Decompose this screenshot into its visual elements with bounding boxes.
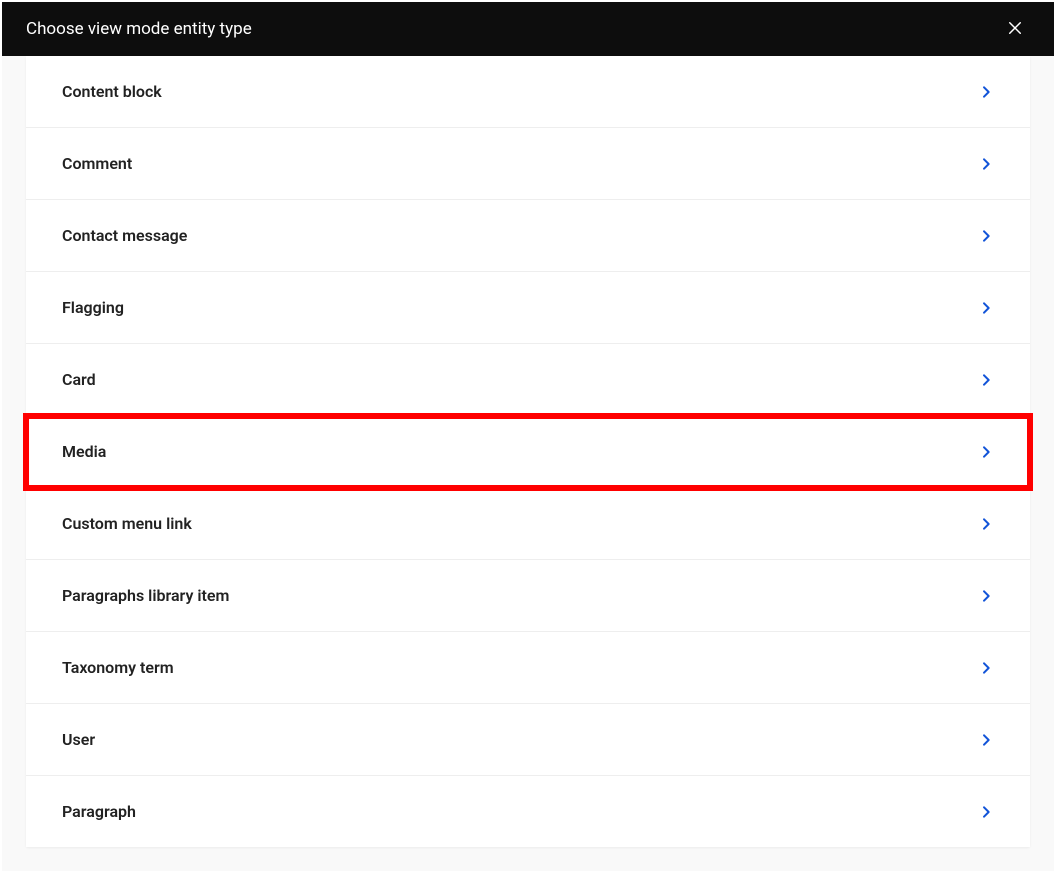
entity-type-item[interactable]: Card [26,344,1030,416]
chevron-right-icon [978,732,994,748]
chevron-right-icon [978,804,994,820]
chevron-right-icon [978,228,994,244]
entity-type-label: User [62,730,95,749]
entity-type-label: Paragraph [62,802,136,821]
modal-header: Choose view mode entity type [2,2,1054,56]
entity-type-item[interactable]: Comment [26,128,1030,200]
entity-type-item[interactable]: Paragraph [26,776,1030,847]
entity-type-item[interactable]: Taxonomy term [26,632,1030,704]
entity-type-item[interactable]: Flagging [26,272,1030,344]
entity-type-label: Content block [62,82,162,101]
entity-type-label: Custom menu link [62,514,192,533]
chevron-right-icon [978,300,994,316]
chevron-right-icon [978,660,994,676]
entity-type-item[interactable]: Content block [26,56,1030,128]
modal-title: Choose view mode entity type [26,19,252,39]
entity-type-item[interactable]: Contact message [26,200,1030,272]
modal-body-scroll[interactable]: Content block Comment Contact message Flagg… [2,56,1054,871]
entity-type-item[interactable]: Media [26,416,1030,488]
close-icon [1006,19,1024,40]
entity-type-label: Paragraphs library item [62,586,229,605]
chevron-right-icon [978,84,994,100]
close-button[interactable] [1000,13,1030,46]
entity-type-label: Flagging [62,298,124,317]
entity-type-label: Card [62,370,96,389]
entity-type-label: Comment [62,154,132,173]
entity-type-list: Content block Comment Contact message Flagg… [26,56,1030,847]
entity-type-label: Contact message [62,226,187,245]
chevron-right-icon [978,516,994,532]
chevron-right-icon [978,588,994,604]
chevron-right-icon [978,444,994,460]
entity-type-item[interactable]: Paragraphs library item [26,560,1030,632]
entity-type-item[interactable]: User [26,704,1030,776]
chevron-right-icon [978,156,994,172]
chevron-right-icon [978,372,994,388]
entity-type-label: Media [62,442,106,461]
entity-type-item[interactable]: Custom menu link [26,488,1030,560]
entity-type-label: Taxonomy term [62,658,174,677]
